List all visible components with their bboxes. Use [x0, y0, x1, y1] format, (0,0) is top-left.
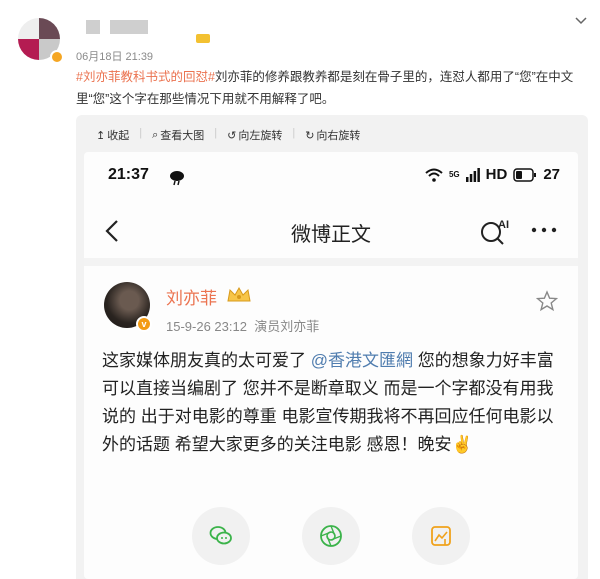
crown-icon — [227, 286, 251, 302]
toolbar-divider: | — [292, 127, 296, 139]
ai-search-icon[interactable]: AI — [479, 216, 513, 246]
hd-indicator: HD — [485, 166, 508, 183]
status-indicators: 5G HD 27 — [425, 166, 560, 183]
rotate-right-label: 向右旋转 — [316, 130, 361, 142]
status-bar: 21:37 5G HD 27 — [108, 166, 560, 190]
toolbar-divider: | — [214, 127, 218, 139]
divider — [84, 258, 578, 266]
magnifier-icon: ⌕ — [152, 128, 159, 141]
moments-icon — [320, 525, 342, 547]
network-type: 5G — [448, 169, 460, 179]
rotate-right-button[interactable]: ↻ 向右旋转 — [301, 125, 364, 145]
save-image-icon — [431, 526, 451, 546]
battery-level: 27 — [543, 166, 560, 183]
collapse-icon: ↥ — [96, 129, 106, 142]
collapse-label: 收起 — [107, 130, 130, 142]
post-text: #刘亦菲教科书式的回怼#刘亦菲的修养跟教养都是刻在骨子里的，连怼人都用了“您”在… — [76, 66, 576, 110]
verified-badge: v — [136, 316, 152, 332]
view-large-label: 查看大图 — [160, 130, 205, 142]
star-icon[interactable] — [536, 290, 558, 312]
phone-screenshot[interactable]: 21:37 5G HD 27 微博正文 AI v 刘亦菲 15-9-26 23:… — [84, 152, 578, 579]
author-name-redacted[interactable] — [86, 20, 148, 34]
post-time: 06月18日 21:39 — [76, 51, 154, 63]
save-image-button[interactable] — [412, 507, 470, 565]
card-author-name[interactable]: 刘亦菲 — [166, 284, 217, 309]
cloud-icon — [170, 171, 184, 186]
signal-icon — [465, 167, 480, 182]
collapse-button[interactable]: ↥ 收起 — [92, 125, 133, 145]
card-date: 15-9-26 23:12 — [166, 319, 247, 334]
card-meta: 15-9-26 23:12 演员刘亦菲 — [166, 316, 319, 335]
view-large-button[interactable]: ⌕ 查看大图 — [148, 125, 208, 145]
rotate-right-icon: ↻ — [305, 129, 315, 142]
nav-bar: 微博正文 AI — [84, 208, 578, 252]
wechat-icon — [209, 526, 232, 545]
toolbar-divider: | — [139, 127, 143, 139]
card-source: 演员刘亦菲 — [254, 319, 320, 334]
card-text-before: 这家媒体朋友真的太可爱了 — [102, 351, 311, 370]
image-viewer: ↥收起 | ⌕查看大图 | ↺向左旋转 | ↻向右旋转 21:37 5G — [76, 115, 588, 579]
wechat-share-button[interactable] — [192, 507, 250, 565]
vip-badge — [196, 34, 210, 43]
rotate-left-label: 向左旋转 — [238, 130, 283, 142]
rotate-left-button[interactable]: ↺ 向左旋转 — [223, 125, 286, 145]
ai-label: AI — [498, 219, 509, 231]
viewer-toolbar: ↥ 收起 | ⌕ 查看大图 | ↺ 向左旋转 | ↻ 向右旋转 — [92, 125, 364, 145]
card-text: 这家媒体朋友真的太可爱了 @香港文匯網 您的想象力好丰富可以直接当编剧了 您并不… — [102, 347, 562, 459]
chevron-down-icon[interactable] — [572, 11, 590, 29]
share-row — [84, 507, 578, 567]
rotate-left-icon: ↺ — [227, 129, 237, 142]
mention-link[interactable]: @香港文匯網 — [311, 351, 413, 370]
moments-share-button[interactable] — [302, 507, 360, 565]
avatar-badge — [50, 50, 64, 64]
more-icon[interactable] — [530, 226, 558, 234]
battery-icon — [513, 167, 537, 182]
wifi-icon — [425, 168, 443, 182]
topic-link[interactable]: #刘亦菲教科书式的回怼# — [76, 70, 215, 84]
status-time: 21:37 — [108, 166, 149, 183]
